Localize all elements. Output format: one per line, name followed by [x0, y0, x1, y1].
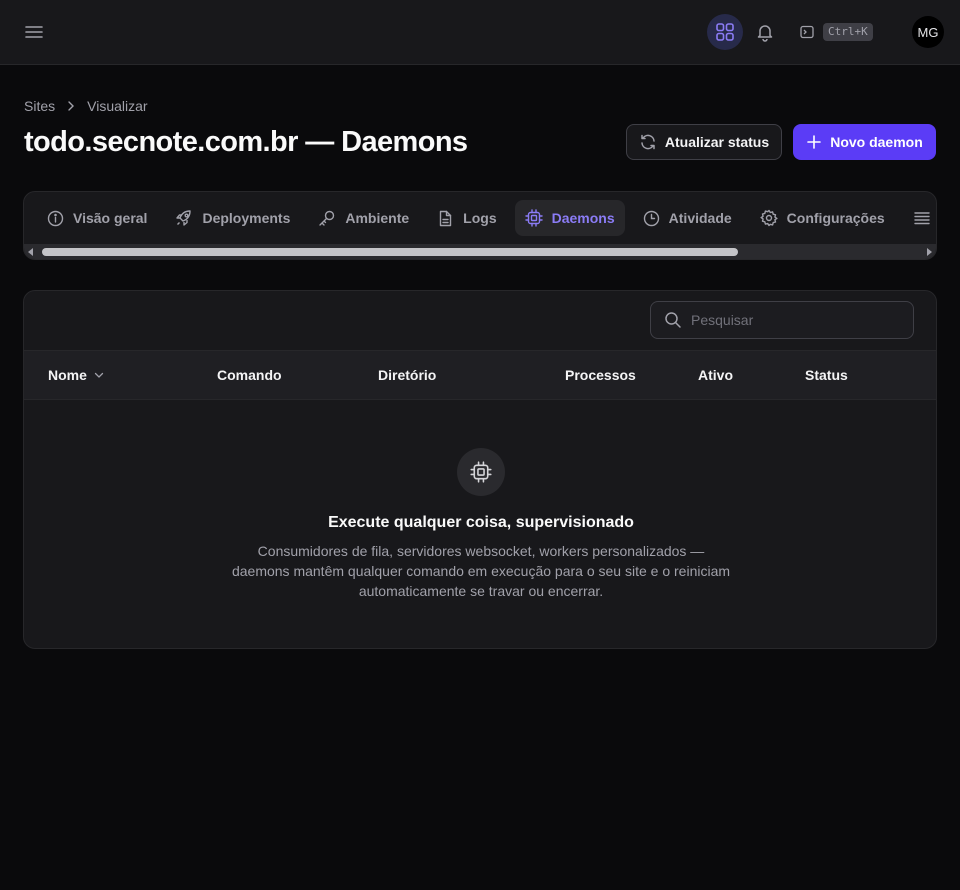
tab-label: Visão geral: [73, 210, 148, 226]
search-box[interactable]: [650, 301, 914, 339]
hamburger-icon: [25, 26, 43, 38]
bell-icon: [757, 25, 773, 42]
tab-settings[interactable]: Configurações: [750, 200, 895, 236]
list-icon: [913, 212, 930, 225]
tabs-scrollbar[interactable]: [24, 244, 936, 259]
tab-row: Visão geral Deployments Ambiente Logs Da…: [24, 192, 936, 244]
column-header-comando: Comando: [217, 367, 282, 383]
search-input[interactable]: [691, 312, 891, 328]
apps-button[interactable]: [707, 14, 743, 50]
gear-icon: [760, 209, 778, 227]
chevron-down-icon: [94, 372, 104, 378]
tab-environment[interactable]: Ambiente: [308, 200, 419, 236]
new-daemon-label: Novo daemon: [830, 134, 923, 150]
column-header-diretorio: Diretório: [378, 367, 437, 383]
breadcrumb-current: Visualizar: [87, 98, 148, 114]
tab-daemons[interactable]: Daemons: [514, 200, 625, 236]
file-icon: [439, 210, 452, 226]
tab-label: Ambiente: [345, 210, 410, 226]
tab-label: Configurações: [786, 210, 885, 226]
chevron-right-icon: [68, 101, 75, 111]
plus-icon: [807, 135, 822, 149]
key-icon: [319, 210, 335, 226]
column-header-ativo: Ativo: [698, 367, 733, 383]
cpu-icon: [470, 461, 492, 483]
menu-button[interactable]: [20, 18, 48, 46]
refresh-status-button[interactable]: Atualizar status: [626, 124, 782, 160]
tab-label: Logs: [463, 210, 497, 226]
notifications-button[interactable]: [751, 18, 779, 46]
grid-icon: [716, 23, 734, 41]
empty-state-title: Execute qualquer coisa, supervisionado: [328, 514, 634, 531]
scroll-left-arrow[interactable]: [28, 248, 33, 256]
avatar[interactable]: MG: [912, 16, 944, 48]
breadcrumb: Sites Visualizar: [24, 96, 148, 116]
tab-overview[interactable]: Visão geral: [37, 200, 157, 236]
site-tabs: Visão geral Deployments Ambiente Logs Da…: [23, 191, 937, 260]
tab-logs[interactable]: Logs: [427, 200, 506, 236]
terminal-icon: [800, 25, 814, 39]
top-bar: Ctrl+K MG: [0, 0, 960, 65]
breadcrumb-sites[interactable]: Sites: [24, 98, 55, 114]
empty-state: Execute qualquer coisa, supervisionado C…: [24, 400, 936, 648]
tab-label: Deployments: [202, 210, 291, 226]
empty-state-description: Consumidores de fila, servidores websock…: [231, 543, 731, 599]
tab-activity[interactable]: Atividade: [633, 200, 742, 236]
tab-more[interactable]: [903, 200, 936, 236]
tab-label: Atividade: [668, 210, 732, 226]
scroll-right-arrow[interactable]: [927, 248, 932, 256]
tab-deployments[interactable]: Deployments: [165, 200, 300, 236]
column-header-processos: Processos: [565, 367, 636, 383]
command-palette-button[interactable]: Ctrl+K: [800, 20, 873, 44]
column-header-label: Nome: [48, 367, 87, 383]
column-header-nome[interactable]: Nome: [48, 367, 105, 383]
page-title: todo.secnote.com.br — Daemons: [24, 126, 468, 158]
shortcut-hint: Ctrl+K: [823, 23, 873, 41]
search-icon: [665, 312, 681, 328]
info-icon: [47, 210, 64, 226]
refresh-status-label: Atualizar status: [664, 134, 770, 150]
new-daemon-button[interactable]: Novo daemon: [793, 124, 936, 160]
column-header-status: Status: [805, 367, 848, 383]
empty-state-icon-circle: [457, 448, 505, 496]
rocket-icon: [176, 210, 192, 226]
scroll-thumb[interactable]: [42, 248, 738, 256]
clock-icon: [643, 210, 659, 226]
refresh-icon: [641, 134, 655, 150]
cpu-icon: [524, 209, 543, 227]
daemons-table-card: Nome Comando Diretório Processos Ativo S…: [23, 290, 937, 649]
tab-label: Daemons: [551, 210, 615, 226]
table-header: Nome Comando Diretório Processos Ativo S…: [24, 350, 936, 400]
